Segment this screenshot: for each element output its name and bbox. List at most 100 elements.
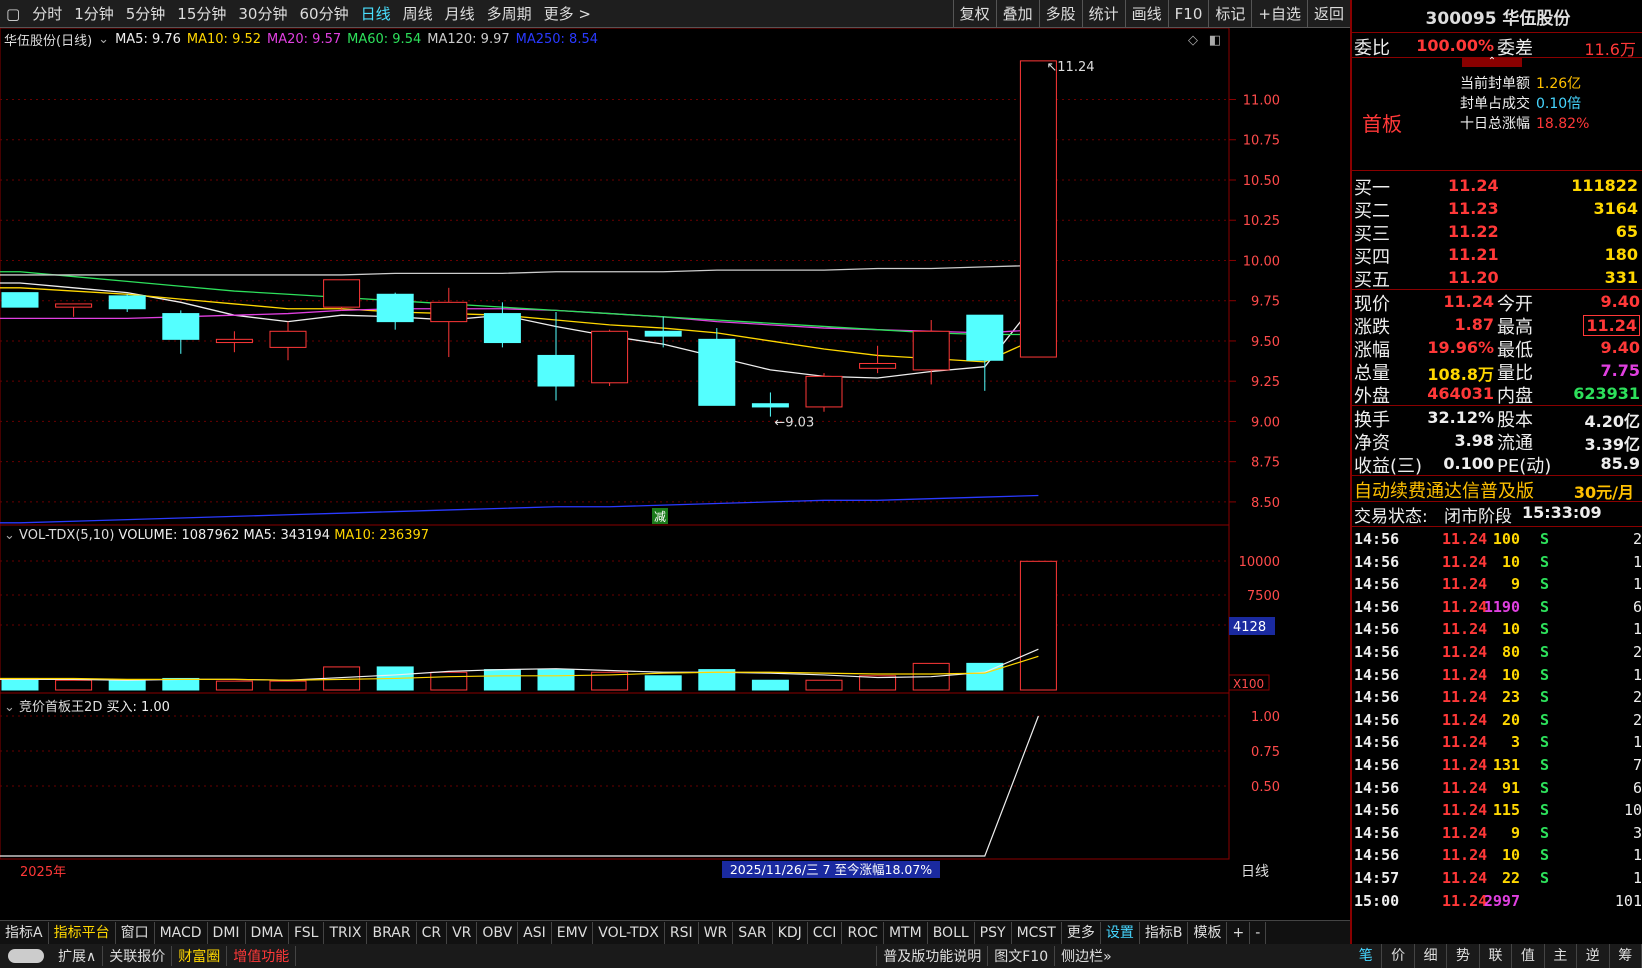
- period-tab[interactable]: 15分钟: [171, 3, 232, 24]
- bid-row[interactable]: 买三 11.22 65: [1352, 220, 1642, 245]
- toggle-switch[interactable]: [8, 949, 44, 963]
- indicator-tab[interactable]: OBV: [477, 921, 519, 944]
- candle-body[interactable]: [859, 362, 897, 369]
- volume-bar[interactable]: [215, 680, 253, 691]
- panel-nav-tab[interactable]: 逆: [1577, 944, 1610, 968]
- indicator-tab[interactable]: 指标A: [0, 921, 49, 944]
- chart-tool-button[interactable]: F10: [1167, 0, 1209, 28]
- period-tab[interactable]: 60分钟: [293, 3, 354, 24]
- panel-nav-tab[interactable]: 笔: [1350, 944, 1383, 968]
- indicator-tab[interactable]: VR: [447, 921, 478, 944]
- volume-bar[interactable]: [1, 677, 39, 691]
- candle-body[interactable]: [376, 293, 414, 323]
- indicator-tab[interactable]: SAR: [733, 921, 773, 944]
- volume-bar[interactable]: [162, 677, 200, 691]
- chart-tool-button[interactable]: +自选: [1251, 0, 1307, 28]
- volume-bar[interactable]: [805, 679, 843, 691]
- period-tab[interactable]: 日线: [355, 3, 397, 24]
- indicator-tab[interactable]: TRIX: [324, 921, 368, 944]
- candle-body[interactable]: [912, 330, 950, 371]
- panel-nav-tab[interactable]: 细: [1415, 944, 1448, 968]
- chart-tool-button[interactable]: 复权: [952, 0, 996, 28]
- indicator-tab[interactable]: ASI: [518, 921, 552, 944]
- volume-bar[interactable]: [55, 679, 93, 691]
- volume-bar[interactable]: [483, 669, 521, 691]
- period-tab[interactable]: 多周期: [481, 3, 538, 24]
- panel-icon[interactable]: ◧: [1209, 33, 1221, 48]
- period-tab[interactable]: 分时: [26, 3, 68, 24]
- period-tab[interactable]: 30分钟: [232, 3, 293, 24]
- candle-body[interactable]: [805, 375, 843, 408]
- panel-nav-tab[interactable]: 筹: [1610, 944, 1642, 968]
- volume-bar[interactable]: [269, 680, 307, 691]
- indicator-tab[interactable]: -: [1250, 921, 1267, 944]
- status-link[interactable]: 扩展∧: [52, 946, 104, 966]
- indicator-tab[interactable]: FSL: [289, 921, 325, 944]
- chart-tool-button[interactable]: 画线: [1124, 0, 1168, 28]
- bid-row[interactable]: 买二 11.23 3164: [1352, 197, 1642, 222]
- collapse-icon[interactable]: ⌄: [4, 528, 15, 543]
- indicator-tab[interactable]: RSI: [665, 921, 699, 944]
- indicator-tab[interactable]: CR: [417, 921, 448, 944]
- status-link[interactable]: 普及版功能说明: [876, 946, 987, 966]
- panel-nav-tab[interactable]: 主: [1545, 944, 1578, 968]
- indicator-tab[interactable]: DMI: [208, 921, 246, 944]
- status-link[interactable]: 侧边栏»: [1054, 946, 1118, 966]
- indicator-tab[interactable]: 设置: [1101, 921, 1140, 944]
- panel-nav-tab[interactable]: 值: [1512, 944, 1545, 968]
- status-link[interactable]: 关联报价: [103, 946, 173, 966]
- volume-bar[interactable]: [751, 679, 789, 691]
- collapse-icon[interactable]: ⌄: [4, 700, 15, 715]
- volume-bar[interactable]: [644, 675, 682, 691]
- period-tab[interactable]: 1分钟: [68, 3, 120, 24]
- candle-body[interactable]: [483, 313, 521, 344]
- chart-tool-button[interactable]: 统计: [1081, 0, 1125, 28]
- indicator-tab[interactable]: PSY: [975, 921, 1012, 944]
- indicator-tab[interactable]: EMV: [552, 921, 594, 944]
- volume-bar[interactable]: [108, 679, 146, 691]
- candle-body[interactable]: [1, 292, 39, 308]
- expand-arrow-icon[interactable]: ⌃: [1462, 57, 1522, 67]
- indicator-tab[interactable]: ROC: [842, 921, 884, 944]
- chart-tool-button[interactable]: 标记: [1208, 0, 1251, 28]
- indicator-tab[interactable]: +: [1227, 921, 1251, 944]
- candle-body[interactable]: [751, 403, 789, 408]
- indicator-tab[interactable]: 模板: [1188, 921, 1228, 944]
- chart-tool-button[interactable]: 叠加: [995, 0, 1039, 28]
- candle-body[interactable]: [323, 279, 361, 308]
- indicator-tab[interactable]: CCI: [808, 921, 843, 944]
- indicator-tab[interactable]: BOLL: [928, 921, 975, 944]
- panel-nav-tab[interactable]: 价: [1382, 944, 1415, 968]
- status-link[interactable]: 财富圈: [172, 946, 228, 966]
- status-link[interactable]: 图文F10: [987, 946, 1054, 966]
- panel-nav-tab[interactable]: 势: [1447, 944, 1480, 968]
- volume-bar[interactable]: [1019, 560, 1057, 691]
- bid-row[interactable]: 买一 11.24 111822: [1352, 174, 1642, 199]
- candle-body[interactable]: [644, 330, 682, 337]
- candle-body[interactable]: [269, 330, 307, 348]
- layout-icon[interactable]: ▢: [0, 5, 26, 23]
- indicator-tab[interactable]: BRAR: [367, 921, 417, 944]
- volume-bar[interactable]: [430, 671, 468, 691]
- period-tab[interactable]: 5分钟: [120, 3, 172, 24]
- candle-body[interactable]: [430, 301, 468, 323]
- panel-nav-tab[interactable]: 联: [1480, 944, 1513, 968]
- candle-body[interactable]: [55, 303, 93, 308]
- candle-body[interactable]: [162, 313, 200, 340]
- status-link[interactable]: 增值功能: [227, 946, 297, 966]
- collapse-icon[interactable]: ⌄: [98, 32, 109, 47]
- candle-body[interactable]: [1019, 60, 1057, 358]
- chart-canvas[interactable]: 11.00 10.75 10.50 10.25 10.00 9.75 9.50 9.25 9.0…: [0, 28, 1350, 898]
- chart-tool-button[interactable]: 返回: [1306, 0, 1350, 28]
- candle-body[interactable]: [966, 314, 1004, 361]
- period-tab[interactable]: 月线: [439, 3, 481, 24]
- candle-body[interactable]: [215, 338, 253, 344]
- diamond-icon[interactable]: ◇: [1188, 33, 1198, 48]
- indicator-tab[interactable]: MACD: [155, 921, 208, 944]
- candle-body[interactable]: [108, 295, 146, 310]
- indicator-tab[interactable]: KDJ: [773, 921, 808, 944]
- indicator-tab[interactable]: WR: [699, 921, 734, 944]
- indicator-tab[interactable]: 更多: [1062, 921, 1101, 944]
- bid-row[interactable]: 买五 11.20 331: [1352, 266, 1642, 291]
- period-tab[interactable]: 更多 >: [538, 3, 597, 24]
